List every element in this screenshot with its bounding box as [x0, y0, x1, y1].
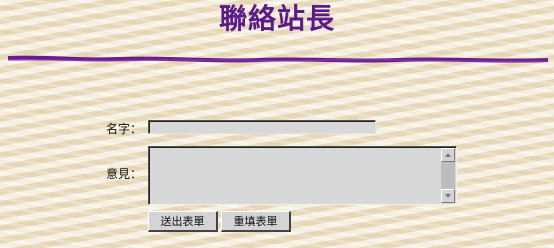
opinion-text[interactable]: [151, 149, 441, 202]
arrow-down-icon: [445, 194, 451, 198]
decorative-divider: [8, 55, 548, 63]
scroll-down-button[interactable]: [441, 189, 455, 203]
opinion-row: 意見：: [0, 144, 554, 206]
arrow-up-icon: [445, 153, 451, 157]
scroll-up-button[interactable]: [441, 148, 455, 162]
name-label: 名字：: [105, 122, 142, 136]
opinion-scrollbar[interactable]: [441, 148, 455, 203]
submit-button[interactable]: 送出表單: [148, 211, 218, 232]
opinion-textarea[interactable]: [148, 146, 457, 205]
name-input[interactable]: [148, 120, 376, 134]
reset-button[interactable]: 重填表單: [221, 211, 291, 232]
form-buttons: 送出表單 重填表單: [0, 211, 554, 235]
name-row: 名字：: [0, 118, 554, 138]
page-title: 聯絡站長: [218, 2, 335, 35]
opinion-label: 意見：: [105, 167, 142, 181]
scroll-track[interactable]: [441, 162, 455, 189]
